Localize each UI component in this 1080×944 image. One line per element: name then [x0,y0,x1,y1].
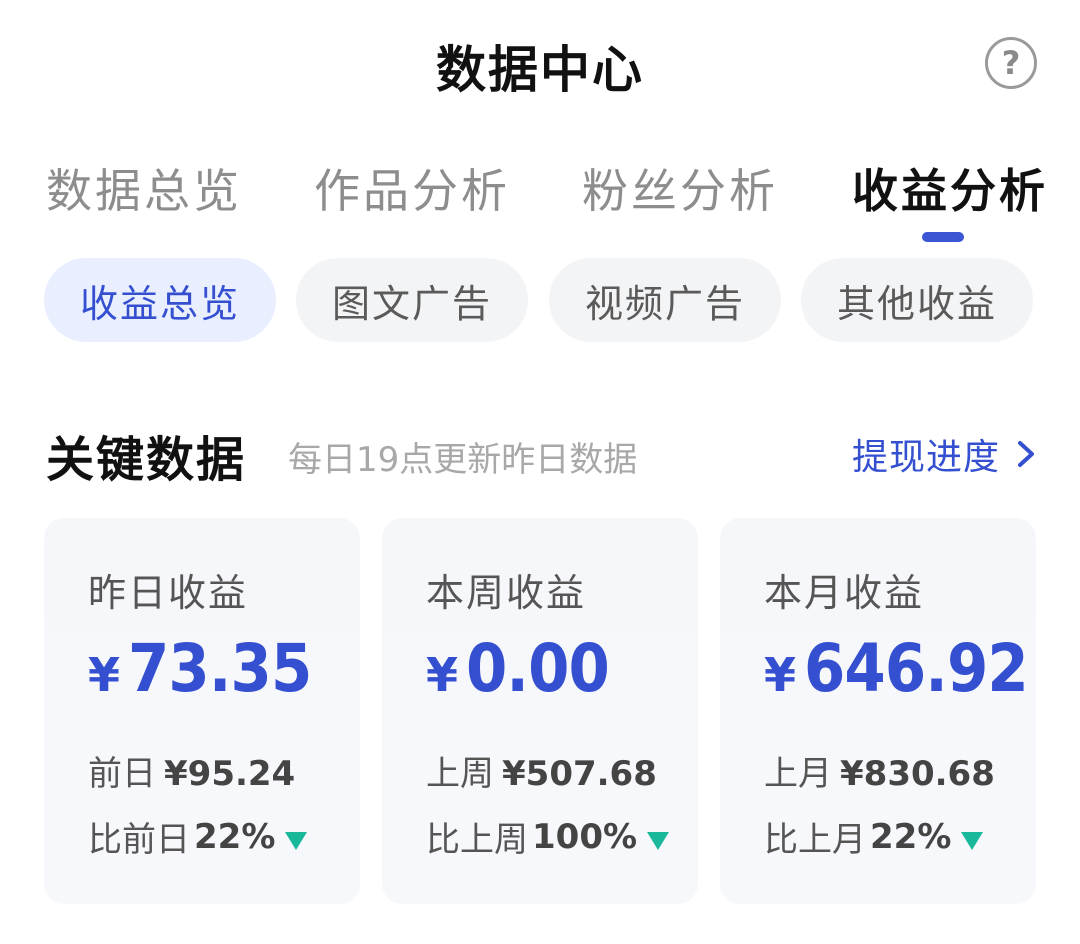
tab-data-overview[interactable]: 数据总览 [46,155,242,221]
previous-label: 上月 [764,754,832,794]
trend-down-icon [285,831,308,850]
comparison-percent: 100% [532,816,638,857]
chevron-right-icon [1018,441,1035,467]
previous-period: 上月 ¥830.68 [764,746,995,795]
main-tab-bar: 数据总览 作品分析 粉丝分析 收益分析 [0,145,1080,245]
card-label: 本月收益 [764,571,925,615]
currency-symbol: ¥ [764,648,797,702]
comparison-label: 比前日 [88,820,190,860]
comparison-percent: 22% [194,816,276,857]
card-label: 昨日收益 [88,571,249,615]
chip-image-text-ads[interactable]: 图文广告 [296,258,528,342]
active-tab-indicator [922,232,964,242]
help-glyph: ? [1001,44,1021,82]
previous-period: 上周 ¥507.68 [426,746,657,795]
card-amount: ¥ 73.35 [88,630,332,707]
card-amount: ¥ 0.00 [426,630,625,707]
card-amount: ¥ 646.92 [764,630,1053,707]
page-title: 数据中心 [436,41,644,99]
card-month-revenue[interactable]: 本月收益 ¥ 646.92 上月 ¥830.68 比上月 22% [720,518,1036,904]
comparison: 比前日 22% [88,812,308,861]
amount-value: 646.92 [804,630,1029,707]
card-label: 本周收益 [426,571,587,615]
previous-value: ¥830.68 [840,754,995,794]
previous-value: ¥95.24 [164,754,296,794]
chip-video-ads[interactable]: 视频广告 [549,258,781,342]
comparison: 比上月 22% [764,812,984,861]
tab-fans-analysis[interactable]: 粉丝分析 [582,155,778,221]
trend-down-icon [961,831,984,850]
previous-period: 前日 ¥95.24 [88,746,295,795]
withdraw-progress-link[interactable]: 提现进度 [852,428,1040,480]
key-data-header: 关键数据 每日19点更新昨日数据 提现进度 [0,410,1080,490]
currency-symbol: ¥ [88,648,121,702]
chip-other-revenue[interactable]: 其他收益 [801,258,1033,342]
card-week-revenue[interactable]: 本周收益 ¥ 0.00 上周 ¥507.68 比上周 100% [382,518,698,904]
card-yesterday-revenue[interactable]: 昨日收益 ¥ 73.35 前日 ¥95.24 比前日 22% [44,518,360,904]
previous-label: 前日 [88,754,156,794]
top-bar: 数据中心 ? [0,0,1080,120]
section-title: 关键数据 [46,432,247,488]
comparison: 比上周 100% [426,812,670,861]
comparison-percent: 22% [870,816,952,857]
chip-revenue-overview[interactable]: 收益总览 [44,258,276,342]
sub-tab-bar: 收益总览 图文广告 视频广告 其他收益 [0,258,1080,344]
comparison-label: 比上周 [426,820,528,860]
tab-content-analysis[interactable]: 作品分析 [314,155,510,221]
trend-down-icon [647,831,670,850]
withdraw-progress-label: 提现进度 [852,437,1001,478]
data-center-page: 数据中心 ? 数据总览 作品分析 粉丝分析 收益分析 收益总览 图文广告 视频广… [0,0,1080,944]
previous-label: 上周 [426,754,494,794]
amount-value: 73.35 [128,630,312,707]
comparison-label: 比上月 [764,820,866,860]
question-circle-icon[interactable]: ? [985,37,1037,89]
update-note: 每日19点更新昨日数据 [288,440,638,480]
currency-symbol: ¥ [426,648,459,702]
tab-revenue-analysis[interactable]: 收益分析 [852,155,1048,221]
amount-value: 0.00 [466,630,610,707]
revenue-cards: 昨日收益 ¥ 73.35 前日 ¥95.24 比前日 22% 本周收益 ¥ 0.00… [0,518,1080,908]
previous-value: ¥507.68 [502,754,657,794]
